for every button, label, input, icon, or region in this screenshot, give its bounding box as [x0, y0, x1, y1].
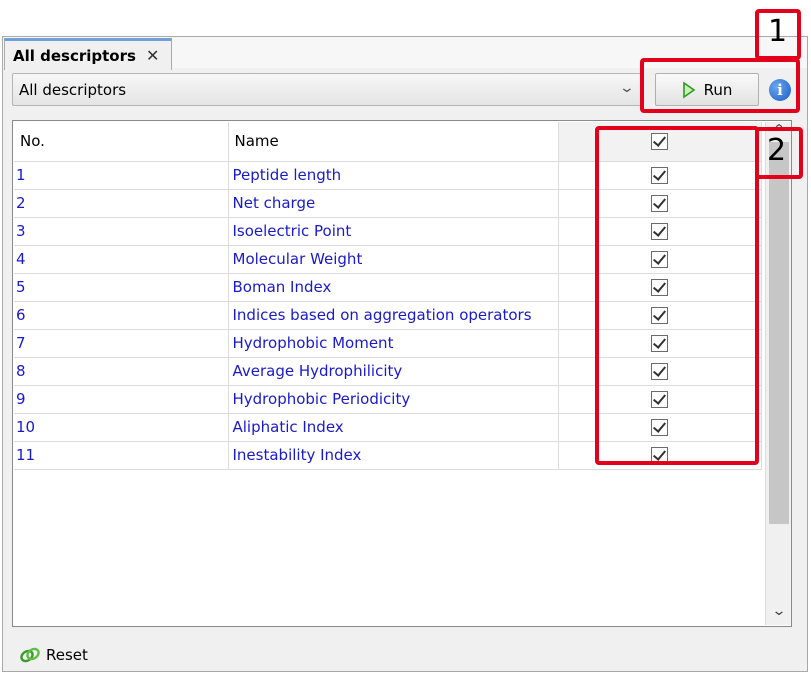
reset-icon: [20, 647, 40, 663]
annotation-number-2: 2: [767, 133, 787, 168]
descriptor-name-link[interactable]: Isoelectric Point: [228, 217, 559, 246]
row-number: 5: [14, 273, 229, 302]
reset-button-label: Reset: [46, 646, 88, 664]
close-icon[interactable]: ✕: [146, 46, 159, 65]
descriptor-name-link[interactable]: Indices based on aggregation operators: [228, 301, 559, 330]
column-header-no[interactable]: No.: [14, 122, 229, 162]
row-number: 7: [14, 329, 229, 358]
vertical-scrollbar[interactable]: ⌃ ⌄: [765, 122, 791, 625]
annotation-number-1: 1: [768, 14, 788, 49]
descriptor-name-link[interactable]: Hydrophobic Moment: [228, 329, 559, 358]
descriptor-name-link[interactable]: Hydrophobic Periodicity: [228, 385, 559, 414]
row-number: 6: [14, 301, 229, 330]
descriptor-name-link[interactable]: Net charge: [228, 189, 559, 218]
descriptor-set-select[interactable]: All descriptors ⌄: [12, 73, 642, 106]
descriptor-name-link[interactable]: Boman Index: [228, 273, 559, 302]
descriptor-set-value: All descriptors: [19, 80, 127, 99]
chevron-down-icon[interactable]: ⌄: [619, 80, 635, 96]
row-number: 4: [14, 245, 229, 274]
row-number: 2: [14, 189, 229, 218]
tab-title: All descriptors: [13, 46, 136, 65]
descriptor-name-link[interactable]: Average Hydrophilicity: [228, 357, 559, 386]
descriptor-name-link[interactable]: Peptide length: [228, 161, 559, 190]
scroll-thumb[interactable]: [769, 142, 789, 524]
row-number: 1: [14, 161, 229, 190]
annotation-box-run: [640, 58, 800, 113]
row-number: 3: [14, 217, 229, 246]
scroll-down-icon[interactable]: ⌄: [762, 603, 796, 621]
row-number: 11: [14, 441, 229, 470]
descriptor-name-link[interactable]: Molecular Weight: [228, 245, 559, 274]
reset-button[interactable]: Reset: [18, 643, 88, 667]
row-number: 8: [14, 357, 229, 386]
row-number: 9: [14, 385, 229, 414]
row-number: 10: [14, 413, 229, 442]
descriptor-name-link[interactable]: Inestability Index: [228, 441, 559, 470]
annotation-box-checkboxes: [595, 126, 759, 465]
descriptor-name-link[interactable]: Aliphatic Index: [228, 413, 559, 442]
tab-all-descriptors[interactable]: All descriptors ✕: [4, 38, 172, 70]
column-header-name[interactable]: Name: [228, 122, 559, 162]
